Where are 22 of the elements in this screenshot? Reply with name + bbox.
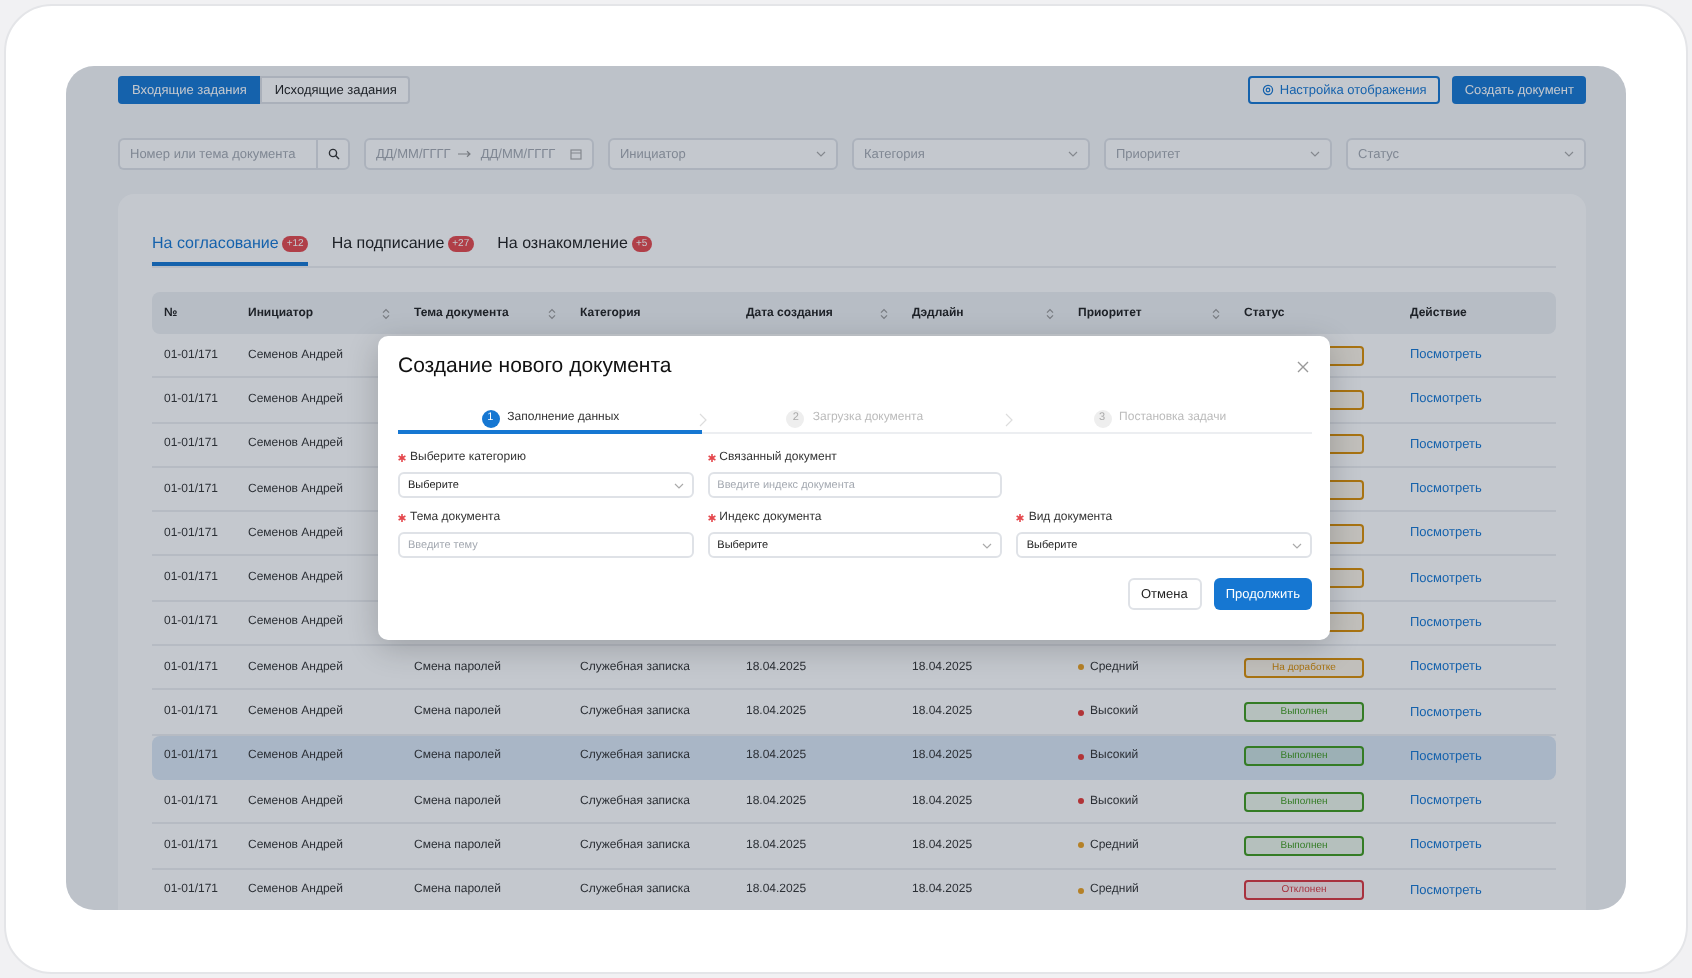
- chevron-down-icon: [673, 481, 684, 489]
- close-button[interactable]: [1294, 357, 1312, 375]
- chevron-right-icon: [698, 412, 709, 428]
- sort-icon[interactable]: [1046, 307, 1054, 319]
- settings-icon: [1261, 84, 1274, 96]
- sort-icon[interactable]: [1212, 307, 1220, 319]
- chevron-down-icon: [1564, 150, 1574, 158]
- chevron-down-icon: [1068, 150, 1078, 158]
- sort-icon[interactable]: [548, 307, 556, 319]
- sort-icon[interactable]: [382, 307, 390, 319]
- chevron-right-icon: [1003, 412, 1014, 428]
- arrow-right-icon: [458, 150, 473, 158]
- search-icon: [327, 148, 339, 160]
- sort-icon[interactable]: [880, 307, 888, 319]
- dialog-title: Создание нового документа: [398, 354, 672, 378]
- close-icon: [1294, 357, 1312, 375]
- chevron-down-icon: [1310, 150, 1320, 158]
- chevron-down-icon: [1292, 541, 1302, 549]
- chevron-down-icon: [816, 150, 826, 158]
- search-button[interactable]: [316, 138, 350, 170]
- chevron-down-icon: [982, 541, 993, 549]
- calendar-icon: [570, 148, 582, 160]
